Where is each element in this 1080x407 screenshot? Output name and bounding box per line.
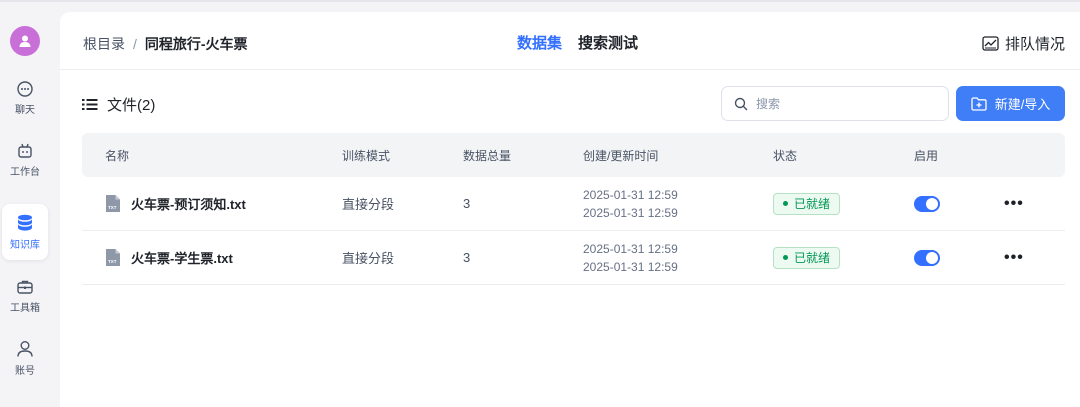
- user-icon: [17, 341, 33, 357]
- txt-file-icon: TXT: [106, 195, 120, 212]
- status-badge: 已就绪: [773, 192, 841, 215]
- created-time: 2025-01-31 12:59: [583, 187, 678, 202]
- toolbar: 文件(2) 新建/导入: [60, 86, 1080, 122]
- column-header-status: 状态: [773, 148, 798, 163]
- sidebar-item-chat[interactable]: 聊天: [2, 70, 48, 126]
- sidebar-item-label: 聊天: [15, 105, 35, 116]
- avatar[interactable]: [10, 26, 40, 56]
- file-name-cell: TXT 火车票-学生票.txt: [105, 248, 233, 267]
- new-import-button[interactable]: 新建/导入: [956, 86, 1065, 121]
- more-options-icon[interactable]: •••: [1004, 195, 1024, 213]
- tab-bar: 数据集 搜索测试: [517, 32, 638, 53]
- column-header-time: 创建/更新时间: [583, 148, 659, 163]
- status-label: 已就绪: [794, 251, 831, 265]
- breadcrumb-current: 同程旅行-火车票: [144, 36, 248, 52]
- page-header: 根目录 / 同程旅行-火车票 数据集 搜索测试 排队情况: [60, 12, 1080, 70]
- sidebar-item-account[interactable]: 账号: [2, 330, 48, 386]
- updated-time: 2025-01-31 12:59: [583, 259, 678, 274]
- created-time: 2025-01-31 12:59: [583, 241, 678, 256]
- updated-time: 2025-01-31 12:59: [583, 205, 678, 220]
- tab-search-test[interactable]: 搜索测试: [578, 32, 638, 53]
- tab-dataset[interactable]: 数据集: [517, 32, 562, 53]
- database-icon: [18, 214, 32, 231]
- chat-icon: [17, 81, 33, 97]
- toolbox-icon: [17, 280, 33, 294]
- sidebar-item-label: 工作台: [10, 167, 40, 178]
- file-name: 火车票-预订须知.txt: [131, 197, 246, 212]
- queue-status-button[interactable]: 排队情况: [982, 33, 1065, 54]
- data-count: 3: [463, 196, 471, 211]
- status-label: 已就绪: [794, 197, 831, 211]
- table-row[interactable]: TXT 火车票-学生票.txt 直接分段 3 2025-01-31 12:59 …: [82, 231, 1065, 285]
- sidebar: 聊天 工作台 知识库 工具箱 账号: [0, 0, 58, 407]
- enabled-toggle[interactable]: [914, 195, 940, 212]
- main-panel: 根目录 / 同程旅行-火车票 数据集 搜索测试 排队情况 文件(2) 搜索 新建…: [60, 12, 1080, 407]
- search-box[interactable]: [721, 86, 949, 121]
- enabled-toggle[interactable]: [914, 249, 940, 266]
- column-header-enabled: 启用: [914, 148, 939, 163]
- breadcrumb-separator: /: [133, 36, 137, 52]
- status-dot: [783, 255, 788, 260]
- file-name: 火车票-学生票.txt: [131, 251, 233, 266]
- table-row[interactable]: TXT 火车票-预订须知.txt 直接分段 3 2025-01-31 12:59…: [82, 177, 1065, 231]
- file-table: 名称 训练模式 数据总量 创建/更新时间 状态 启用 TXT 火车票-预订须知.…: [82, 133, 1065, 285]
- file-name-cell: TXT 火车票-预订须知.txt: [105, 194, 246, 213]
- window-top-border: [0, 0, 1080, 2]
- training-mode: 直接分段: [342, 251, 395, 266]
- timestamps: 2025-01-31 12:59 2025-01-31 12:59: [583, 186, 678, 222]
- svg-text:TXT: TXT: [108, 259, 117, 264]
- more-options-icon[interactable]: •••: [1004, 249, 1024, 267]
- queue-chart-icon: [982, 36, 999, 51]
- table-header: 名称 训练模式 数据总量 创建/更新时间 状态 启用: [82, 133, 1065, 177]
- search-input[interactable]: [756, 96, 936, 111]
- sidebar-item-toolbox[interactable]: 工具箱: [2, 268, 48, 324]
- files-title-text: 文件(2): [107, 97, 156, 114]
- column-header-name: 名称: [105, 148, 130, 163]
- sidebar-item-label: 工具箱: [10, 303, 40, 314]
- txt-file-icon: TXT: [106, 249, 120, 266]
- list-icon: [82, 99, 98, 110]
- sidebar-item-label: 账号: [15, 366, 35, 377]
- training-mode: 直接分段: [342, 197, 395, 212]
- search-icon: [734, 97, 748, 110]
- sidebar-item-workbench[interactable]: 工作台: [2, 132, 48, 188]
- user-avatar-icon: [19, 35, 31, 47]
- column-header-mode: 训练模式: [342, 148, 391, 163]
- status-dot: [783, 201, 788, 206]
- svg-text:TXT: TXT: [108, 205, 117, 210]
- data-count: 3: [463, 250, 471, 265]
- new-import-label: 新建/导入: [994, 97, 1051, 112]
- files-title: 文件(2): [82, 94, 155, 115]
- queue-status-label: 排队情况: [1004, 36, 1065, 53]
- robot-icon: [18, 143, 32, 158]
- folder-add-icon: [971, 96, 987, 111]
- breadcrumb: 根目录 / 同程旅行-火车票: [83, 34, 248, 54]
- status-badge: 已就绪: [773, 246, 841, 269]
- timestamps: 2025-01-31 12:59 2025-01-31 12:59: [583, 240, 678, 276]
- sidebar-item-knowledge-base[interactable]: 知识库: [2, 204, 48, 260]
- column-header-count: 数据总量: [463, 148, 512, 163]
- breadcrumb-root-link[interactable]: 根目录: [83, 34, 125, 54]
- sidebar-item-label: 知识库: [10, 240, 40, 251]
